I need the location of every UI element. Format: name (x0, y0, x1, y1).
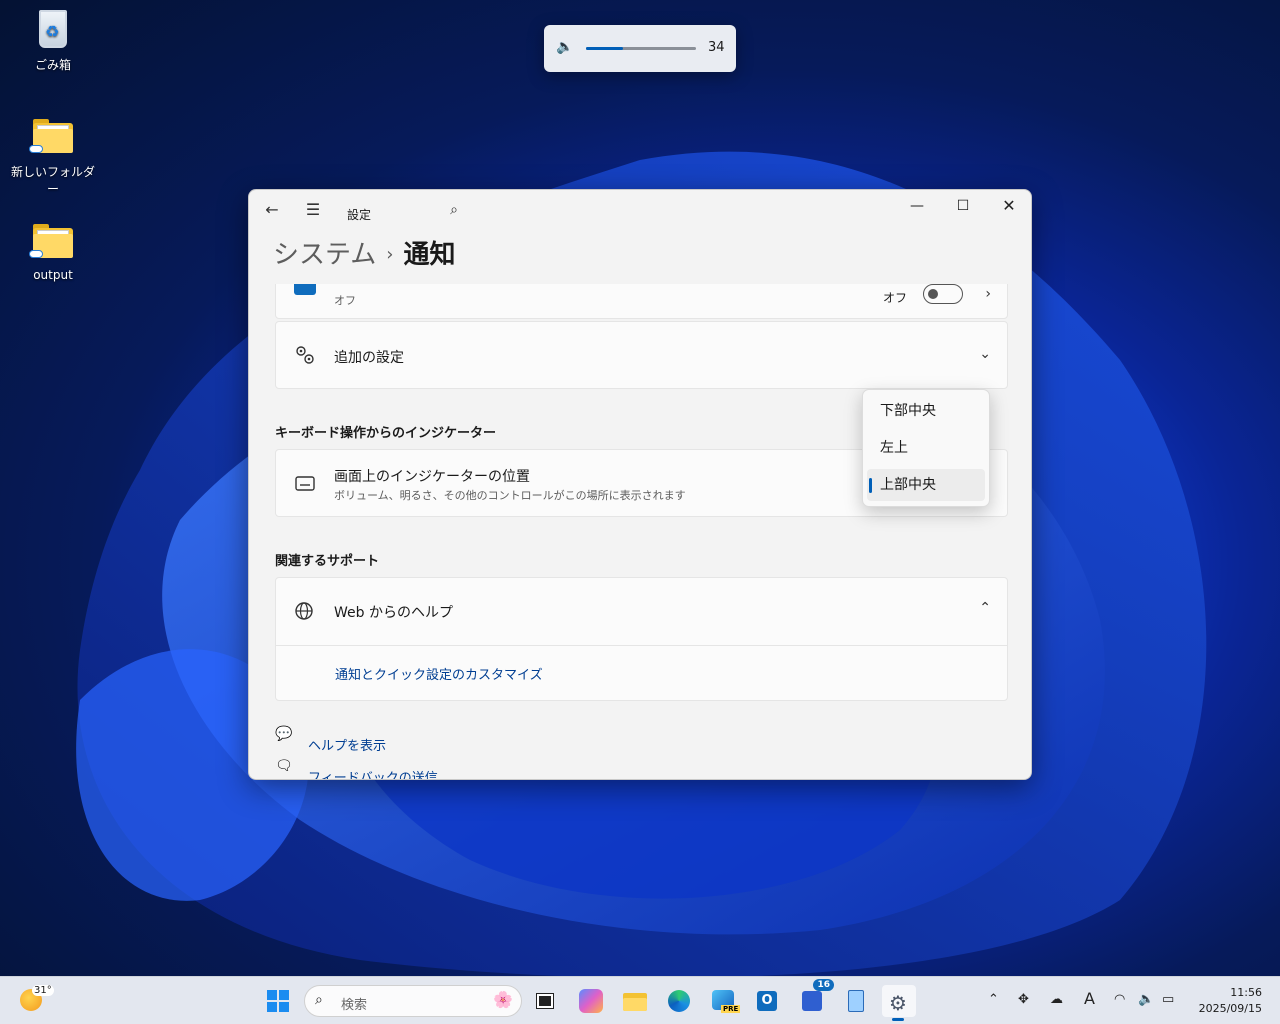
copilot-icon[interactable] (579, 989, 603, 1013)
title-bar: ← ☰ 設定 ⌕ — ☐ ✕ (249, 190, 1031, 230)
battery-icon[interactable]: ▭ (1162, 992, 1174, 1007)
settings-content: オフ オフ › 追加の設定 ⌄ キーボード操作からのインジケーター 画面上のイン… (249, 284, 1031, 779)
teams-icon[interactable]: 16 (796, 979, 834, 1017)
web-help-header[interactable]: Web からのヘルプ ⌃ (276, 578, 1007, 645)
partial-card-desc: オフ (334, 294, 356, 307)
send-feedback-link[interactable]: フィードバックの送信 (308, 767, 438, 779)
divider (276, 645, 1007, 646)
keyboard-indicator-heading: キーボード操作からのインジケーター (275, 426, 497, 441)
desktop-icon-recycle-bin[interactable]: ♻ ごみ箱 (8, 8, 98, 73)
volume-slider-fill (586, 47, 624, 50)
chevron-down-icon: ⌄ (979, 346, 991, 362)
dropdown-option-bottom-center[interactable]: 下部中央 (867, 395, 985, 427)
additional-settings-card[interactable]: 追加の設定 ⌄ (275, 321, 1008, 389)
app-title: 設定 (347, 208, 372, 222)
minimize-button[interactable]: — (894, 190, 940, 222)
folder-icon (29, 220, 75, 264)
notification-badge: 16 (813, 979, 834, 991)
desktop-icon-label: ごみ箱 (34, 58, 71, 72)
breadcrumb-separator: › (386, 244, 394, 265)
notification-app-icon (294, 284, 316, 295)
windows-logo-icon (267, 990, 289, 1012)
selection-indicator (869, 478, 872, 493)
breadcrumb-parent[interactable]: システム (273, 240, 376, 270)
desktop-icon-output[interactable]: output (8, 220, 98, 282)
chevron-up-icon: ⌃ (979, 600, 991, 616)
chevron-right-icon: › (985, 286, 991, 302)
search-icon: ⌕ (315, 992, 323, 1008)
wifi-icon[interactable]: ◠ (1114, 992, 1125, 1007)
customize-notifications-link[interactable]: 通知とクイック設定のカスタマイズ (335, 664, 543, 683)
breadcrumb: システム › 通知 (273, 234, 455, 271)
additional-settings-title: 追加の設定 (334, 350, 404, 366)
desktop-icon-label: output (33, 268, 73, 282)
indicator-position-title: 画面上のインジケーターの位置 (334, 469, 530, 485)
search-placeholder: 検索 (341, 998, 368, 1013)
web-help-title: Web からのヘルプ (334, 605, 453, 621)
notification-toggle[interactable] (923, 284, 963, 304)
clock-time: 11:56 (1230, 986, 1262, 999)
feedback-icon: 🗨 (275, 758, 293, 774)
hamburger-menu-icon[interactable]: ☰ (299, 196, 327, 224)
close-button[interactable]: ✕ (986, 190, 1031, 222)
recycle-bin-icon: ♻ (31, 8, 75, 52)
weather-temp: 31° (32, 985, 54, 996)
search-highlight-icon: 🌸 (493, 990, 513, 1009)
dropdown-option-label: 上部中央 (880, 477, 936, 493)
ime-indicator[interactable]: A (1084, 989, 1095, 1008)
clock[interactable]: 11:56 2025/09/15 (1199, 985, 1262, 1017)
settings-app-icon[interactable]: ⚙ (882, 985, 916, 1021)
edge-icon[interactable] (663, 985, 695, 1017)
globe-help-icon (294, 601, 316, 623)
clock-date: 2025/09/15 (1198, 1002, 1262, 1015)
speaker-icon: 🔈 (556, 39, 574, 55)
web-help-card: Web からのヘルプ ⌃ 通知とクイック設定のカスタマイズ (275, 577, 1008, 701)
start-button[interactable] (262, 985, 294, 1017)
get-help-link[interactable]: ヘルプを表示 (308, 735, 386, 754)
file-explorer-icon[interactable] (619, 985, 651, 1017)
folder-icon (29, 115, 75, 159)
notepad-icon[interactable] (840, 985, 872, 1017)
dropdown-option-top-center[interactable]: 上部中央 (867, 469, 985, 501)
onedrive-cloud-icon[interactable]: ☁ (1050, 992, 1063, 1007)
screen-indicator-icon (294, 473, 316, 495)
desktop-icon-label: 新しいフォルダー (10, 165, 95, 196)
outlook-icon[interactable]: O (751, 985, 783, 1017)
running-indicator (892, 1018, 904, 1021)
related-support-heading: 関連するサポート (275, 554, 380, 569)
page-title: 通知 (403, 240, 456, 270)
maximize-button[interactable]: ☐ (940, 190, 986, 222)
network-usb-icon[interactable]: ✥ (1018, 992, 1029, 1007)
photos-preview-icon[interactable]: PRE (707, 985, 741, 1017)
volume-slider[interactable] (586, 47, 696, 50)
partial-setting-card[interactable]: オフ オフ › (275, 284, 1008, 319)
indicator-position-desc: ボリューム、明るさ、その他のコントロールがこの場所に表示されます (334, 489, 686, 502)
help-bubble-icon: 💬 (275, 726, 293, 742)
show-hidden-icons-chevron-icon[interactable]: ⌃ (988, 992, 999, 1007)
desktop-icon-new-folder[interactable]: 新しいフォルダー (8, 115, 98, 197)
search-icon[interactable]: ⌕ (440, 196, 468, 224)
gears-icon (294, 344, 316, 366)
taskbar-search[interactable]: ⌕ 検索 🌸 (304, 985, 522, 1017)
indicator-position-dropdown: 下部中央 左上 上部中央 (862, 389, 990, 507)
volume-flyout: 🔈 34 (544, 25, 736, 72)
task-view-icon[interactable] (530, 985, 562, 1017)
taskbar: 31° ⌕ 検索 🌸 PRE O 16 ⚙ ⌃ ✥ ☁ A ◠ 🔈 ▭ 11:5… (0, 976, 1280, 1024)
dropdown-option-top-left[interactable]: 左上 (867, 432, 985, 464)
volume-value: 34 (708, 40, 725, 55)
speaker-icon[interactable]: 🔈 (1138, 992, 1154, 1007)
back-arrow-icon[interactable]: ← (258, 196, 286, 224)
toggle-state-label: オフ (882, 291, 907, 305)
